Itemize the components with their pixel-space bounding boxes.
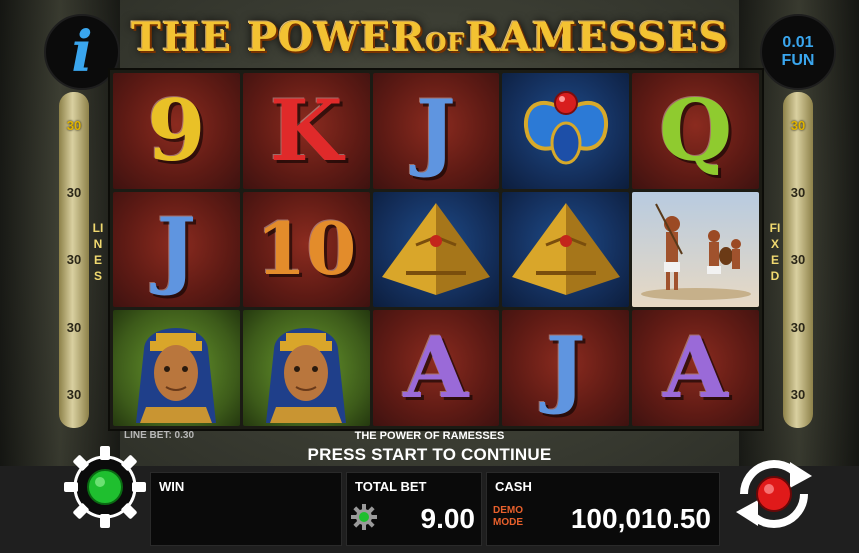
gear-icon [64,446,146,528]
cash-label: CASH [495,479,532,494]
title-word-of: OF [425,28,466,57]
title-word-power: POWER [247,14,426,61]
payline-number: 30 [66,118,82,134]
ten-symbol: 10 [256,206,357,292]
game-name-text: THE POWER OF RAMESSES [354,430,505,442]
ace-symbol: A [663,318,729,418]
total-bet-value: 9.00 [420,503,476,534]
payline-number: 30 [790,319,806,335]
reel-cell: 9 [113,73,240,189]
jack-symbol: J [156,199,197,299]
win-display: WIN [150,472,342,546]
jack-symbol: J [416,80,456,180]
total-bet-label: TOTAL BET [355,479,427,494]
jack-symbol: J [545,318,586,418]
reel-cell [113,310,240,426]
payline-number: 30 [790,386,806,402]
warriors-icon [640,204,751,301]
reel-cell [242,310,370,426]
title-word-ramesses: RAMESSES [465,14,729,61]
payline-number: 30 [66,252,82,268]
cash-display: CASH DEMO MODE 100,010.50 [486,472,720,546]
reel-cell [632,191,759,308]
reel-cell: A [632,310,759,426]
reel-cell: K [242,73,370,189]
reel-cell [372,191,500,308]
payline-number: 30 [66,185,82,201]
demo-mode-line2: MODE [493,517,523,528]
reel-cell [502,73,630,189]
bet-settings-gear-icon[interactable] [350,503,378,531]
title-word-the: THE [131,14,233,61]
reel-cell: J [113,191,240,308]
payline-number: 30 [790,118,806,134]
payline-number: 30 [66,386,82,402]
pyramid-icon [511,202,620,295]
payline-indicator-right: 30 30 30 30 30 [783,92,813,428]
pharaoh-icon [136,327,217,423]
denomination-currency: FUN [781,52,815,69]
reel-cell: Q [632,73,759,189]
reel-cell: J [372,73,500,189]
settings-button[interactable] [62,444,148,530]
nine-symbol: 9 [147,80,206,180]
pharaoh-icon [266,327,347,423]
payline-number: 30 [790,252,806,268]
reel-cell: J [502,310,630,426]
ace-symbol: A [403,318,469,418]
fixed-label: FIXED [769,221,781,283]
cash-value: 100,010.50 [570,503,711,534]
scarab-icon [523,90,608,165]
payline-number: 30 [790,185,806,201]
denomination-value: 0.01 [782,34,814,51]
lines-label: LINES [92,221,104,283]
payline-number: 30 [66,319,82,335]
queen-symbol: Q [659,80,733,180]
pyramid-icon [381,202,490,295]
spin-button[interactable] [726,446,822,542]
demo-mode-badge: DEMO MODE [493,505,523,529]
spin-light [756,476,792,512]
info-icon: i [71,19,93,85]
reel-cell: A [372,310,500,426]
payline-indicator-left: 30 30 30 30 30 [59,92,89,428]
reel-cell: 10 [242,191,370,308]
game-title-logo: THE POWEROFRAMESSES [110,8,750,68]
reel-cell [502,191,630,308]
win-label: WIN [159,479,185,494]
demo-mode-line1: DEMO [493,505,523,516]
king-symbol: K [269,80,343,180]
reel-grid: 9 K J Q J 10 A J A [108,68,764,431]
denomination-button[interactable]: 0.01 FUN [760,14,836,90]
